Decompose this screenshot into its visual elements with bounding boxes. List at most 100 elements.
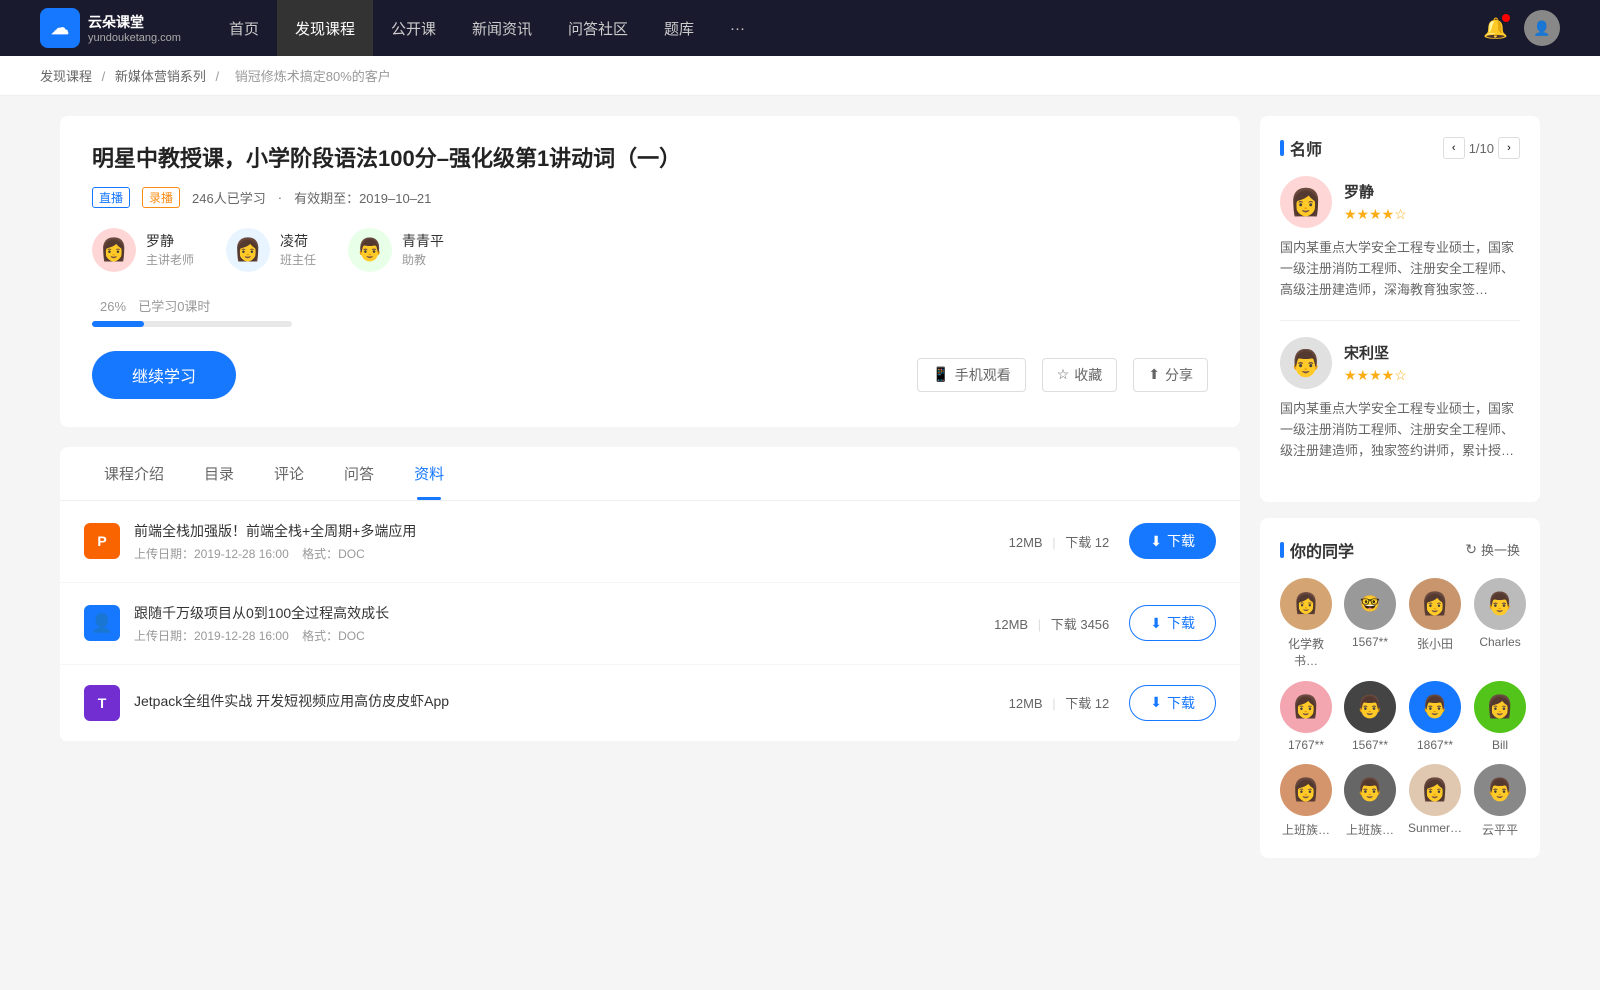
teacher-1-role: 主讲老师	[146, 251, 194, 268]
favorite-button[interactable]: ☆ 收藏	[1042, 358, 1118, 392]
favorite-label: 收藏	[1074, 365, 1102, 385]
classmate-4-avatar: 👨	[1474, 578, 1526, 630]
breadcrumb: 发现课程 / 新媒体营销系列 / 销冠修炼术搞定80%的客户	[0, 56, 1600, 96]
action-buttons: 📱 手机观看 ☆ 收藏 ⬆ 分享	[917, 358, 1208, 392]
share-button[interactable]: ⬆ 分享	[1133, 358, 1208, 392]
file-icon-1: P	[84, 523, 120, 559]
classmate-6: 👨 1567**	[1344, 681, 1396, 752]
watch-phone-label: 手机观看	[955, 365, 1011, 385]
classmate-7: 👨 1867**	[1408, 681, 1462, 752]
classmate-11-name: Sunmer…	[1408, 821, 1462, 835]
file-name-3: Jetpack全组件实战 开发短视频应用高仿皮皮虾App	[134, 691, 1009, 711]
classmate-2: 🤓 1567**	[1344, 578, 1396, 669]
teacher-2: 👩 凌荷 班主任	[226, 228, 316, 272]
progress-studied: 已学习0课时	[138, 299, 210, 314]
teacher-1: 👩 罗静 主讲老师	[92, 228, 194, 272]
breadcrumb-discover[interactable]: 发现课程	[40, 69, 92, 84]
refresh-icon: ↻	[1465, 541, 1477, 558]
teachers-prev-btn[interactable]: ‹	[1443, 137, 1465, 159]
classmate-10: 👨 上班族…	[1344, 764, 1396, 838]
refresh-classmates-button[interactable]: ↻ 换一换	[1465, 540, 1520, 559]
file-stats-1: 12MB | 下载 12	[1009, 532, 1110, 551]
teacher-card-2-name: 宋利坚	[1344, 342, 1407, 363]
teacher-2-name: 凌荷	[280, 231, 316, 251]
nav-item-discover[interactable]: 发现课程	[277, 0, 373, 56]
teacher-card-2-header: 👨 宋利坚 ★★★★☆	[1280, 337, 1520, 389]
action-row: 继续学习 📱 手机观看 ☆ 收藏 ⬆ 分享	[92, 351, 1208, 399]
user-avatar-nav[interactable]: 👤	[1524, 10, 1560, 46]
file-meta-2: 上传日期：2019-12-28 16:00 格式：DOC	[134, 627, 994, 644]
teacher-3-info: 青青平 助教	[402, 231, 444, 268]
course-title: 明星中教授课，小学阶段语法100分–强化级第1讲动词（一）	[92, 144, 1208, 175]
breadcrumb-sep2: /	[216, 69, 223, 84]
classmate-2-name: 1567**	[1352, 635, 1388, 649]
breadcrumb-series[interactable]: 新媒体营销系列	[115, 69, 206, 84]
classmate-9-avatar: 👩	[1280, 764, 1332, 816]
teacher-2-avatar: 👩	[226, 228, 270, 272]
nav-item-open[interactable]: 公开课	[373, 0, 454, 56]
tab-qa[interactable]: 问答	[324, 447, 394, 500]
tab-reviews[interactable]: 评论	[254, 447, 324, 500]
watch-phone-button[interactable]: 📱 手机观看	[917, 358, 1025, 392]
classmate-12-avatar: 👨	[1474, 764, 1526, 816]
logo-icon: ☁	[40, 8, 80, 48]
tab-materials[interactable]: 资料	[394, 447, 464, 500]
progress-section: 26% 已学习0课时	[92, 296, 1208, 327]
classmate-6-name: 1567**	[1352, 738, 1388, 752]
file-info-3: Jetpack全组件实战 开发短视频应用高仿皮皮虾App	[134, 691, 1009, 715]
star-icon: ☆	[1057, 366, 1070, 383]
teachers-next-btn[interactable]: ›	[1498, 137, 1520, 159]
classmate-12-name: 云平平	[1482, 821, 1518, 838]
classmate-4: 👨 Charles	[1474, 578, 1526, 669]
teacher-3-role: 助教	[402, 251, 444, 268]
classmates-panel-header: 你的同学 ↻ 换一换	[1280, 538, 1520, 562]
classmate-8: 👩 Bill	[1474, 681, 1526, 752]
course-students: 246人已学习	[192, 188, 266, 207]
progress-label: 26% 已学习0课时	[92, 296, 1208, 315]
classmate-10-avatar: 👨	[1344, 764, 1396, 816]
file-info-1: 前端全栈加强版！前端全栈+全周期+多端应用 上传日期：2019-12-28 16…	[134, 521, 1009, 562]
nav-item-exam[interactable]: 题库	[646, 0, 712, 56]
progress-bar-bg	[92, 321, 292, 327]
bell-icon[interactable]: 🔔	[1483, 16, 1508, 41]
file-stats-3: 12MB | 下载 12	[1009, 693, 1110, 712]
download-icon-1: ⬇	[1150, 533, 1162, 550]
navbar: ☁ 云朵课堂 yundouketang.com 首页 发现课程 公开课 新闻资讯…	[0, 0, 1600, 56]
classmate-9-name: 上班族…	[1282, 821, 1330, 838]
teacher-card-2-desc: 国内某重点大学安全工程专业硕士，国家一级注册消防工程师、注册安全工程师、级注册建…	[1280, 399, 1520, 461]
teacher-card-2: 👨 宋利坚 ★★★★☆ 国内某重点大学安全工程专业硕士，国家一级注册消防工程师、…	[1280, 337, 1520, 461]
teacher-3: 👨 青青平 助教	[348, 228, 444, 272]
nav-item-more[interactable]: ···	[712, 0, 763, 56]
meta-dot: ·	[278, 190, 282, 205]
classmate-8-avatar: 👩	[1474, 681, 1526, 733]
nav-item-qa[interactable]: 问答社区	[550, 0, 646, 56]
badge-recorded: 录播	[142, 187, 180, 208]
download-button-3[interactable]: ⬇ 下载	[1129, 685, 1216, 721]
download-button-1[interactable]: ⬇ 下载	[1129, 523, 1216, 559]
course-header: 明星中教授课，小学阶段语法100分–强化级第1讲动词（一） 直播 录播 246人…	[60, 116, 1240, 427]
classmate-10-name: 上班族…	[1346, 821, 1394, 838]
teacher-card-2-avatar: 👨	[1280, 337, 1332, 389]
classmates-panel: 你的同学 ↻ 换一换 👩 化学教书… 🤓 1567** 👩 张小田	[1260, 518, 1540, 858]
teacher-card-1-info: 罗静 ★★★★☆	[1344, 181, 1407, 223]
classmate-8-name: Bill	[1492, 738, 1508, 752]
teachers-pagination: ‹ 1/10 ›	[1443, 137, 1520, 159]
tabs-content: P 前端全栈加强版！前端全栈+全周期+多端应用 上传日期：2019-12-28 …	[60, 501, 1240, 742]
teacher-card-1-name: 罗静	[1344, 181, 1407, 202]
teacher-3-name: 青青平	[402, 231, 444, 251]
classmate-3: 👩 张小田	[1408, 578, 1462, 669]
tab-catalog[interactable]: 目录	[184, 447, 254, 500]
logo[interactable]: ☁ 云朵课堂 yundouketang.com	[40, 8, 181, 48]
classmate-6-avatar: 👨	[1344, 681, 1396, 733]
nav-item-news[interactable]: 新闻资讯	[454, 0, 550, 56]
download-button-2[interactable]: ⬇ 下载	[1129, 605, 1216, 641]
continue-study-button[interactable]: 继续学习	[92, 351, 236, 399]
refresh-label: 换一换	[1481, 540, 1520, 559]
classmate-3-avatar: 👩	[1409, 578, 1461, 630]
file-stats-2: 12MB | 下载 3456	[994, 614, 1109, 633]
tabs-header: 课程介绍 目录 评论 问答 资料	[60, 447, 1240, 501]
nav-item-home[interactable]: 首页	[211, 0, 277, 56]
classmate-12: 👨 云平平	[1474, 764, 1526, 838]
tab-intro[interactable]: 课程介绍	[84, 447, 184, 500]
download-icon-2: ⬇	[1150, 615, 1162, 632]
